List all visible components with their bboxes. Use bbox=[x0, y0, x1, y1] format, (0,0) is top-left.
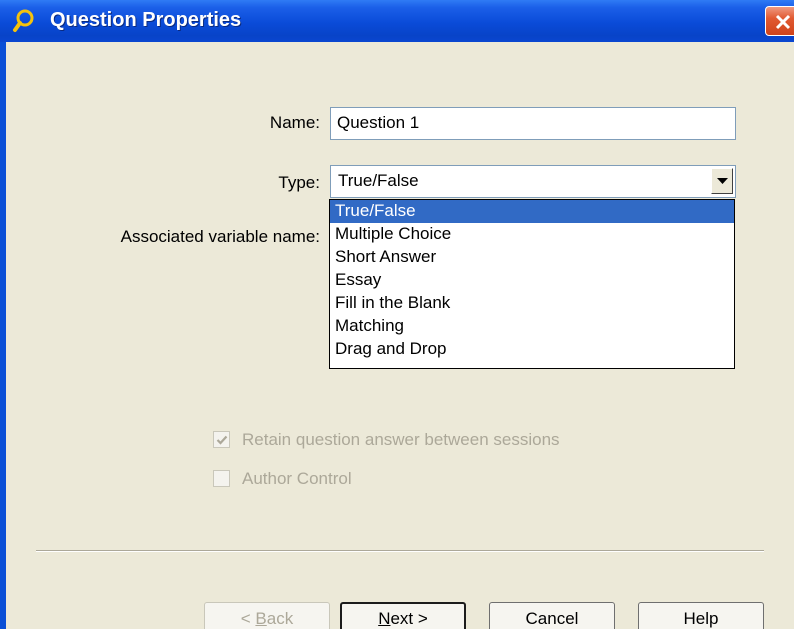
combobox-dropdown-button[interactable] bbox=[711, 168, 733, 194]
close-button[interactable] bbox=[765, 6, 794, 36]
author-control-label: Author Control bbox=[242, 469, 352, 488]
magnifier-icon bbox=[12, 8, 38, 34]
name-label: Name: bbox=[269, 113, 320, 132]
dropdown-item-fill-in-the-blank[interactable]: Fill in the Blank bbox=[330, 292, 734, 315]
back-button[interactable]: < Back bbox=[204, 602, 330, 629]
chevron-down-icon bbox=[717, 178, 728, 184]
dropdown-item-drag-and-drop[interactable]: Drag and Drop bbox=[330, 338, 734, 361]
dialog-client-area: Name: Question 1 Type: True/False Associ… bbox=[6, 42, 794, 629]
dropdown-item-true-false[interactable]: True/False bbox=[330, 200, 734, 223]
name-input[interactable]: Question 1 bbox=[330, 107, 736, 140]
type-dropdown-list[interactable]: True/False Multiple Choice Short Answer … bbox=[329, 199, 735, 369]
separator-line bbox=[36, 550, 764, 552]
dropdown-item-matching[interactable]: Matching bbox=[330, 315, 734, 338]
window-title: Question Properties bbox=[50, 9, 242, 31]
close-icon bbox=[775, 14, 791, 30]
cancel-button[interactable]: Cancel bbox=[489, 602, 615, 629]
author-control-checkbox[interactable] bbox=[213, 470, 230, 487]
dropdown-item-essay[interactable]: Essay bbox=[330, 269, 734, 292]
type-combobox[interactable]: True/False bbox=[330, 165, 736, 198]
title-bar[interactable]: Question Properties bbox=[0, 0, 794, 42]
associated-variable-label: Associated variable name: bbox=[120, 227, 320, 246]
checkmark-icon bbox=[216, 435, 228, 445]
dialog-window: Question Properties Name: Question 1 Typ… bbox=[0, 0, 794, 629]
help-button[interactable]: Help bbox=[638, 602, 764, 629]
dropdown-item-multiple-choice[interactable]: Multiple Choice bbox=[330, 223, 734, 246]
retain-answer-label: Retain question answer between sessions bbox=[242, 430, 560, 449]
next-button[interactable]: Next > bbox=[340, 602, 466, 629]
retain-answer-checkbox[interactable] bbox=[213, 431, 230, 448]
dropdown-item-short-answer[interactable]: Short Answer bbox=[330, 246, 734, 269]
type-label: Type: bbox=[278, 173, 320, 192]
type-combobox-value: True/False bbox=[338, 171, 419, 190]
